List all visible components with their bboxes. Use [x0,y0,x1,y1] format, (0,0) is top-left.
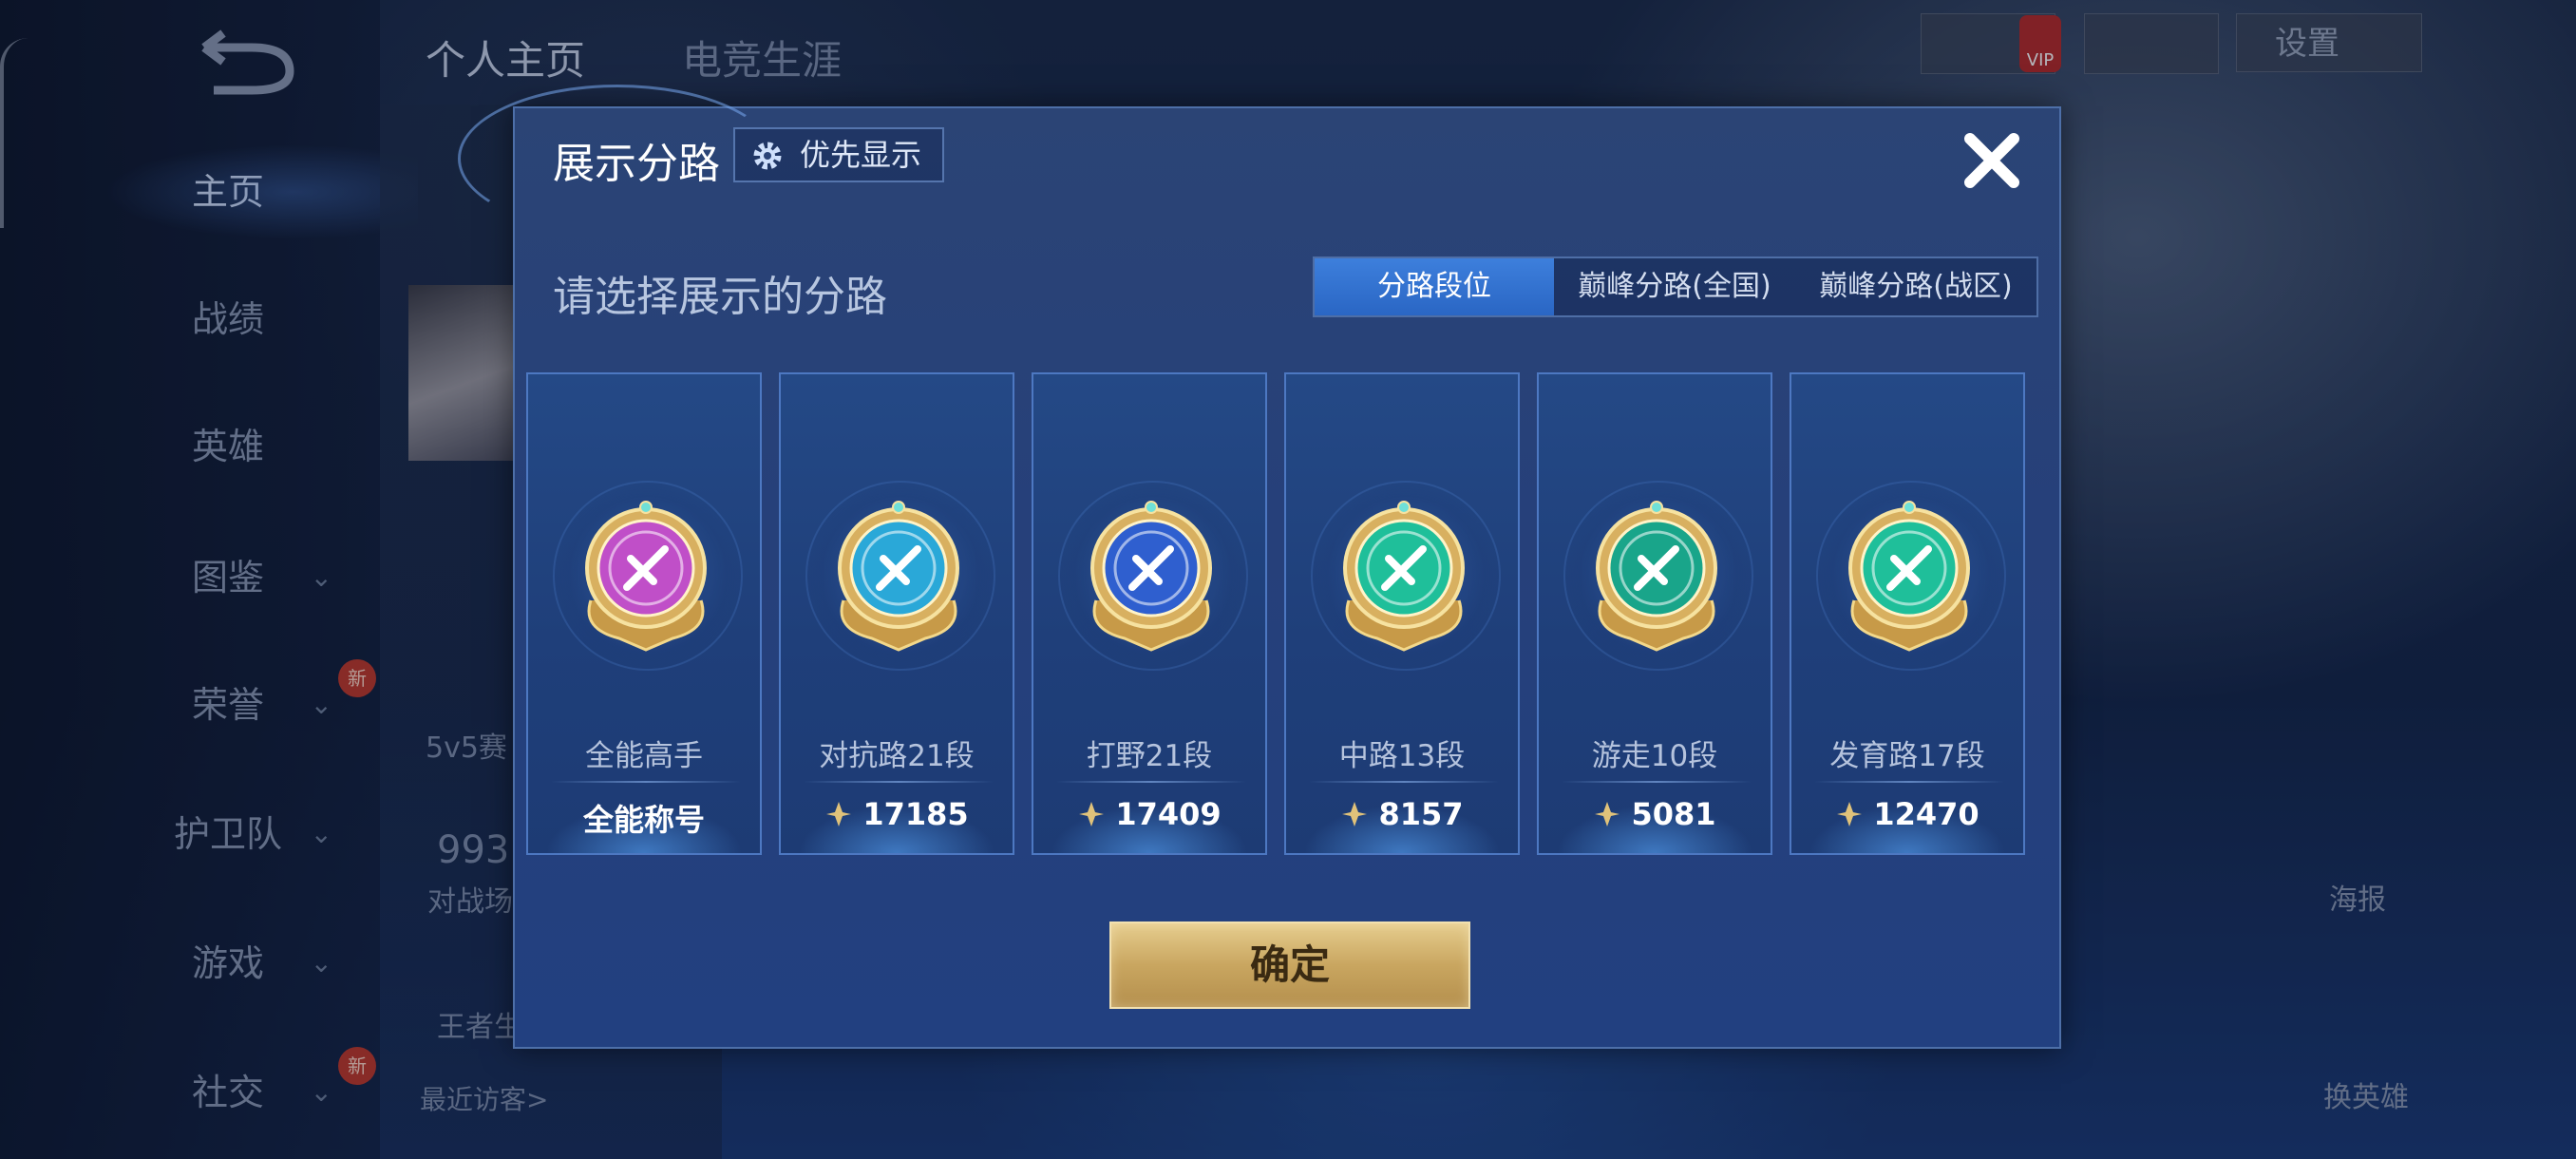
lane-score-value: 17409 [1115,796,1222,832]
card-divider [1309,781,1499,783]
points-icon [1837,802,1863,826]
roam-emblem-icon [1596,501,1717,652]
clash-lane-emblem-icon [838,501,959,652]
gear-icon [753,142,782,170]
points-icon [1079,802,1105,826]
lane-score: 12470 [1791,796,2023,832]
card-divider [1814,781,2004,783]
tab-peak-national[interactable]: 巅峰分路(全国) [1554,258,1795,315]
lane-score-value: 12470 [1873,796,1979,832]
mid-lane-emblem-icon [1343,501,1465,652]
lane-card[interactable]: 全能高手 全能称号 [526,372,762,855]
points-icon [826,802,852,826]
lane-card[interactable]: 发育路17段 12470 [1790,372,2025,855]
lane-score-value: 17185 [862,796,969,832]
card-divider [804,781,994,783]
close-icon[interactable] [1959,127,2025,194]
points-icon [1342,802,1368,826]
dialog-subtitle: 请选择展示的分路 [553,273,887,321]
lane-card[interactable]: 打野21段 17409 [1032,372,1267,855]
lane-score: 17185 [781,796,1013,832]
ranking-mode-tabs: 分路段位 巅峰分路(全国) 巅峰分路(战区) [1313,256,2038,317]
lane-rank-label: 游走10段 [1591,739,1718,773]
lane-rank-label: 打野21段 [1086,739,1213,773]
lane-rank-label: 对抗路21段 [819,739,975,773]
tab-lane-rank[interactable]: 分路段位 [1315,258,1554,315]
lane-card[interactable]: 中路13段 8157 [1284,372,1520,855]
priority-display-button[interactable]: 优先显示 [733,127,944,182]
lane-score-value: 全能称号 [582,802,705,838]
lane-score: 8157 [1286,796,1518,832]
confirm-button[interactable]: 确定 [1109,922,1470,1009]
lane-card[interactable]: 对抗路21段 17185 [779,372,1014,855]
dialog-title: 展示分路 [553,140,720,188]
card-divider [551,781,741,783]
farm-lane-emblem-icon [1848,501,1970,652]
lane-score: 5081 [1539,796,1771,832]
lane-rank-label: 中路13段 [1338,739,1466,773]
jungle-emblem-icon [1090,501,1212,652]
lane-rank-label: 全能高手 [585,739,703,773]
priority-display-label: 优先显示 [800,137,922,173]
lane-score-value: 8157 [1378,796,1464,832]
lane-rank-label: 发育路17段 [1829,739,1985,773]
display-lane-dialog: 展示分路 优先显示 请选择展示的分路 分路段位 巅峰分路(全国) 巅峰分路(战区… [458,85,2061,1049]
lane-score: 全能称号 [528,796,760,840]
points-icon [1595,802,1620,826]
lane-score-value: 5081 [1631,796,1716,832]
card-divider [1562,781,1752,783]
lane-card[interactable]: 游走10段 5081 [1537,372,1772,855]
all-round-emblem-icon [585,501,707,652]
tab-peak-region[interactable]: 巅峰分路(战区) [1795,258,2036,315]
card-divider [1056,781,1246,783]
lane-score: 17409 [1033,796,1265,832]
